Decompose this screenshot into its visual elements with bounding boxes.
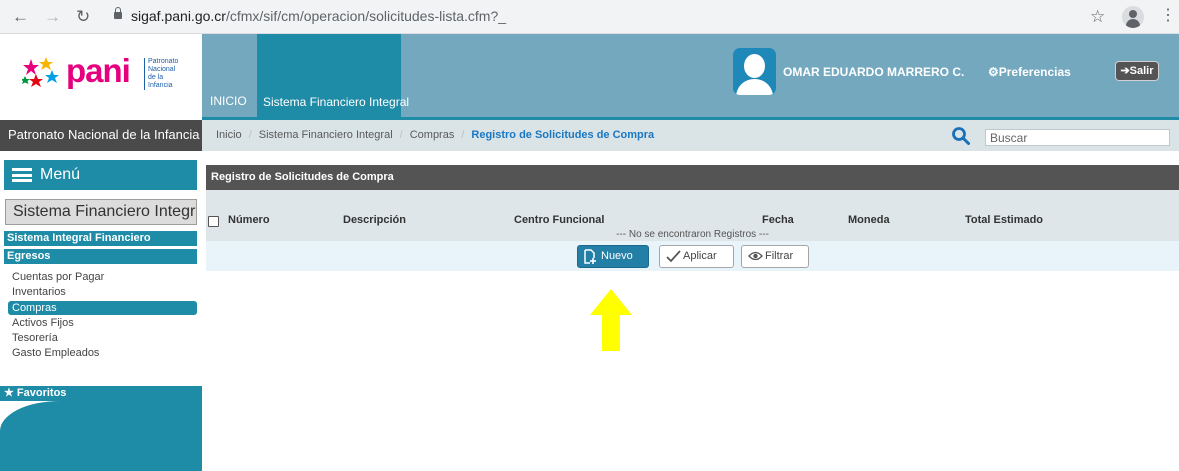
column-header-fecha[interactable]: Fecha [762, 214, 794, 226]
url-host: sigaf.pani.go.cr [131, 8, 226, 24]
logo-wordmark: pani [66, 52, 131, 89]
search-icon[interactable] [952, 127, 970, 145]
favorites-panel [0, 401, 202, 471]
sidebar: Menú Sistema Financiero Integral Sistema… [0, 151, 202, 471]
hamburger-icon [12, 168, 32, 182]
user-avatar-icon[interactable] [733, 48, 776, 95]
breadcrumb-bar: Inicio / Sistema Financiero Integral / Compr… [202, 120, 1179, 151]
sidebar-item-compras[interactable]: Compras [8, 301, 197, 315]
breadcrumb: Inicio / Sistema Financiero Integral / Compr… [216, 129, 655, 141]
column-header-total-estimado[interactable]: Total Estimado [965, 214, 1043, 226]
filtrar-label: Filtrar [765, 250, 794, 262]
search-input[interactable] [985, 129, 1170, 146]
sidebar-section-sistema-integral[interactable]: Sistema Integral Financiero [4, 231, 197, 246]
checkmark-icon [666, 250, 681, 263]
results-table: Número Descripción Centro Funcional Fech… [206, 190, 1179, 241]
annotation-arrow-icon [590, 289, 632, 351]
filtrar-button[interactable]: Filtrar [741, 245, 809, 268]
panel-title: Registro de Solicitudes de Compra [206, 165, 1179, 190]
organization-title: Patronato Nacional de la Infancia [0, 120, 202, 151]
sidebar-item-inventarios[interactable]: Inventarios [12, 286, 66, 298]
url-path: /cfmx/sif/cm/operacion/solicitudes-lista… [225, 8, 507, 24]
lock-icon[interactable] [114, 7, 122, 20]
address-bar[interactable]: sigaf.pani.go.cr/cfmx/sif/cm/operacion/s… [131, 8, 506, 24]
sidebar-item-gasto-empleados[interactable]: Gasto Empleados [12, 347, 99, 359]
preferences-link[interactable]: ⚙Preferencias [988, 65, 1071, 79]
select-all-checkbox[interactable] [208, 216, 219, 227]
tab-inicio[interactable]: INICIO [210, 94, 247, 108]
sidebar-item-tesoreria[interactable]: Tesorería [12, 332, 58, 344]
app-header: pani Patronato Nacional de la Infancia I… [0, 34, 1179, 117]
nuevo-label: Nuevo [601, 250, 633, 262]
favorites-header[interactable]: ★ Favoritos [0, 386, 202, 401]
sidebar-section-egresos[interactable]: Egresos [4, 249, 197, 264]
browser-toolbar: ← → ↻ sigaf.pani.go.cr/cfmx/sif/cm/opera… [0, 0, 1179, 34]
logo-stars-icon [22, 57, 59, 87]
reload-icon[interactable]: ↻ [76, 7, 90, 27]
column-header-numero[interactable]: Número [228, 214, 270, 226]
back-arrow-icon[interactable]: ← [12, 7, 29, 27]
pani-logo[interactable]: pani Patronato Nacional de la Infancia [0, 34, 202, 117]
nuevo-button[interactable]: Nuevo [577, 245, 649, 268]
eye-icon [748, 251, 763, 261]
bookmark-star-icon[interactable]: ☆ [1090, 7, 1105, 27]
breadcrumb-item-compras[interactable]: Compras [410, 129, 455, 141]
module-selector[interactable]: Sistema Financiero Integral [5, 199, 197, 225]
breadcrumb-current: Registro de Solicitudes de Compra [471, 129, 655, 141]
tab-label: Sistema Financiero Integral [263, 95, 410, 109]
empty-results-message: --- No se encontraron Registros --- [616, 229, 769, 240]
menu-header[interactable]: Menú [4, 160, 197, 190]
aplicar-label: Aplicar [683, 250, 717, 262]
sidebar-item-cuentas-por-pagar[interactable]: Cuentas por Pagar [12, 271, 104, 283]
forward-arrow-icon[interactable]: → [44, 7, 61, 27]
logout-button[interactable]: ➔Salir [1115, 61, 1159, 81]
column-header-descripcion[interactable]: Descripción [343, 214, 406, 226]
browser-menu-icon[interactable]: ⋮ [1160, 7, 1176, 25]
tab-sistema-financiero-integral[interactable]: Sistema Financiero Integral [257, 34, 409, 117]
breadcrumb-item-inicio[interactable]: Inicio [216, 129, 242, 141]
column-header-centro-funcional[interactable]: Centro Funcional [514, 214, 604, 226]
menu-label: Menú [40, 166, 81, 183]
profile-icon[interactable] [1122, 6, 1144, 28]
aplicar-button[interactable]: Aplicar [659, 245, 734, 268]
action-bar: Nuevo Aplicar Filtrar [206, 241, 1179, 271]
logo-subtitle: Patronato Nacional de la Infancia [144, 58, 184, 90]
column-header-moneda[interactable]: Moneda [848, 214, 890, 226]
sidebar-item-activos-fijos[interactable]: Activos Fijos [12, 317, 74, 329]
breadcrumb-item-sfi[interactable]: Sistema Financiero Integral [259, 129, 393, 141]
user-name[interactable]: OMAR EDUARDO MARRERO C. [783, 65, 964, 79]
new-document-icon [584, 249, 596, 264]
